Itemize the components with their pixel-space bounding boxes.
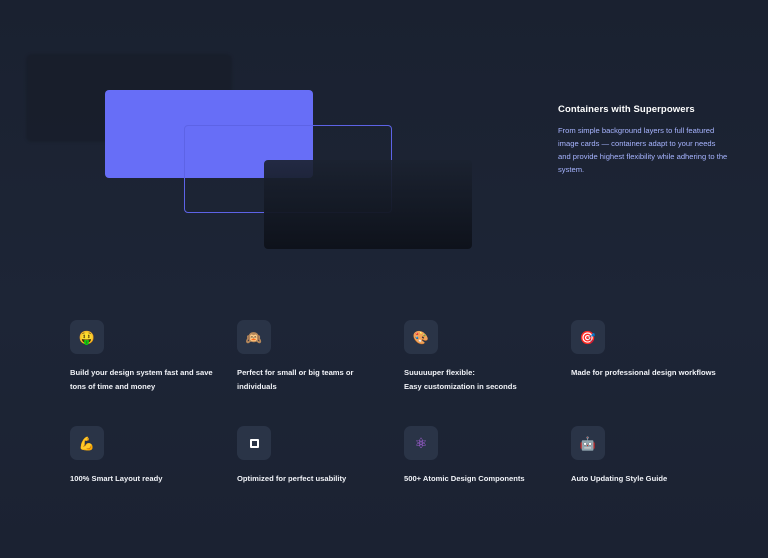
feature-label: Suuuuuper flexible: Easy customization i… — [404, 368, 517, 391]
hero-description: From simple background layers to full fe… — [558, 126, 728, 174]
atom-symbol-icon: ⚛ — [404, 426, 438, 460]
feature-style-guide: 🤖 Auto Updating Style Guide — [571, 426, 721, 486]
feature-professional: 🎯 Made for professional design workflows — [571, 320, 721, 380]
money-mouth-face-icon: 🤑 — [70, 320, 104, 354]
feature-teams: 🙉 Perfect for small or big teams or indi… — [237, 320, 387, 393]
feature-flexible: 🎨 Suuuuuper flexible: Easy customization… — [404, 320, 554, 393]
flexed-biceps-icon: 💪 — [70, 426, 104, 460]
feature-label: Perfect for small or big teams or indivi… — [237, 368, 354, 391]
palette-icon: 🎨 — [404, 320, 438, 354]
feature-atomic-components: ⚛ 500+ Atomic Design Components — [404, 426, 554, 486]
feature-label: Auto Updating Style Guide — [571, 474, 668, 483]
feature-label: Optimized for perfect usability — [237, 474, 347, 483]
hero-title: Containers with Superpowers — [558, 104, 695, 115]
robot-icon: 🤖 — [571, 426, 605, 460]
feature-label: Made for professional design workflows — [571, 368, 716, 377]
target-icon: 🎯 — [571, 320, 605, 354]
team-face-icon: 🙉 — [237, 320, 271, 354]
hero-text: Containers with Superpowers From simple … — [558, 104, 728, 176]
feature-label: 500+ Atomic Design Components — [404, 474, 525, 483]
feature-fast-build: 🤑 Build your design system fast and save… — [70, 320, 220, 393]
containers-showcase: Containers with Superpowers From simple … — [0, 0, 768, 558]
square-icon — [237, 426, 271, 460]
feature-usability: Optimized for perfect usability — [237, 426, 387, 486]
square-glyph — [249, 438, 259, 448]
feature-label: Build your design system fast and save t… — [70, 368, 213, 391]
gradient-container-card — [264, 160, 472, 249]
feature-label: 100% Smart Layout ready — [70, 474, 163, 483]
feature-smart-layout: 💪 100% Smart Layout ready — [70, 426, 220, 486]
